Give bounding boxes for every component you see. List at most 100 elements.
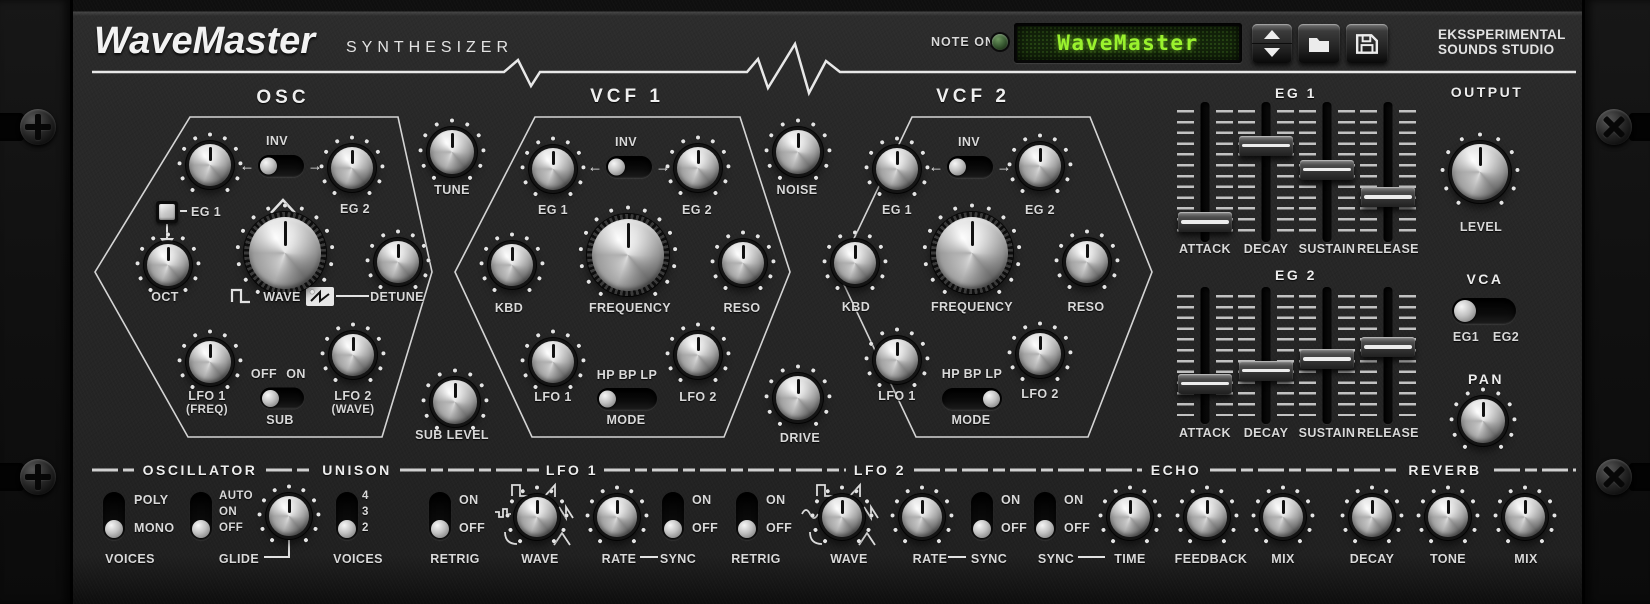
lfo1-rate-knob[interactable] (585, 485, 649, 544)
vcf1-reso-knob[interactable] (710, 230, 776, 291)
lfo2-retrig-off-label: OFF (766, 521, 793, 535)
vcf2-mode-switch[interactable] (942, 388, 1002, 410)
unison-voices-switch[interactable] (336, 492, 358, 540)
lfo2-wave-knob[interactable] (810, 485, 874, 544)
preset-down-button[interactable] (1252, 43, 1292, 61)
echo-sync-switch[interactable] (1034, 492, 1056, 540)
vcf1-mode-label: MODE (606, 413, 646, 427)
right-arrow-icon: → (996, 158, 1012, 176)
sub-level-knob[interactable] (421, 368, 489, 431)
slider-handle[interactable] (1300, 349, 1354, 370)
echo-feedback-knob[interactable] (1175, 485, 1239, 544)
reverb-decay-knob[interactable] (1340, 485, 1404, 544)
eg1-sustain-slider[interactable] (1299, 102, 1355, 242)
eg1-decay-slider[interactable] (1238, 102, 1294, 242)
vcf1-eg2-label: EG 2 (681, 203, 713, 217)
eg2-decay-slider[interactable] (1238, 287, 1294, 424)
slider-handle[interactable] (1300, 159, 1354, 180)
vcf1-frequency-knob[interactable] (578, 205, 678, 297)
eg2-sustain-label: SUSTAIN (1298, 426, 1356, 440)
osc-detune-knob[interactable] (365, 229, 431, 290)
eg1-attack-slider[interactable] (1177, 102, 1233, 242)
vcf2-eg1-knob[interactable] (864, 136, 930, 197)
lfo2-section-title: LFO 2 (853, 462, 907, 478)
noise-knob[interactable] (764, 118, 832, 181)
vcf2-lfo1-knob[interactable] (864, 327, 930, 388)
eg1-section-title: EG 1 (1275, 85, 1317, 101)
osc-sub-switch[interactable] (260, 387, 304, 409)
vcf1-inv-switch[interactable] (606, 156, 652, 178)
slider-handle[interactable] (1361, 337, 1415, 358)
note-on-label: NOTE ON (931, 35, 995, 49)
glide-knob[interactable] (257, 484, 321, 543)
echo-time-knob[interactable] (1098, 485, 1162, 544)
vca-section-title: VCA (1466, 271, 1504, 287)
osc-oct-knob[interactable] (135, 232, 201, 293)
glide-switch[interactable] (190, 492, 212, 540)
save-icon (1355, 33, 1379, 54)
eg2-sustain-slider[interactable] (1299, 287, 1355, 424)
lfo2-rate-knob[interactable] (890, 485, 954, 544)
arrow-up-icon (1264, 30, 1280, 39)
vcf1-eg2-knob[interactable] (665, 135, 731, 196)
osc-eg2-knob[interactable] (319, 135, 385, 196)
save-button[interactable] (1346, 24, 1388, 63)
vcf1-lfo1-knob[interactable] (520, 329, 586, 390)
osc-oct-label: OCT (151, 290, 179, 304)
vcf2-lfo2-knob[interactable] (1007, 321, 1073, 382)
studio-credit: EKSSPERIMENTAL SOUNDS STUDIO (1438, 27, 1566, 57)
eg2-release-slider[interactable] (1360, 287, 1416, 424)
vcf1-mode-switch[interactable] (597, 388, 657, 410)
vcf1-section-title: VCF 1 (590, 86, 664, 107)
output-section-title: OUTPUT (1450, 84, 1524, 100)
osc-wave-knob[interactable] (235, 203, 335, 295)
screw-icon (20, 109, 56, 145)
reverb-mix-knob[interactable] (1493, 485, 1557, 544)
lfo2-retrig-switch[interactable] (736, 492, 758, 540)
vcf1-lfo2-knob[interactable] (665, 322, 731, 383)
vcf2-reso-knob[interactable] (1054, 229, 1120, 290)
vcf2-kbd-knob[interactable] (822, 230, 888, 291)
vcf2-inv-switch[interactable] (947, 156, 993, 178)
osc-eg1-button[interactable] (156, 201, 178, 223)
pan-knob[interactable] (1449, 387, 1517, 450)
glide-off-label: OFF (219, 522, 244, 534)
lfo1-retrig-switch[interactable] (429, 492, 451, 540)
lfo2-sync-off-label: OFF (1001, 521, 1028, 535)
vcf1-lfo1-label: LFO 1 (534, 390, 572, 404)
vcf1-eg1-knob[interactable] (520, 136, 586, 197)
echo-mix-knob[interactable] (1251, 485, 1315, 544)
eg2-attack-slider[interactable] (1177, 287, 1233, 424)
poly-mono-switch[interactable] (103, 492, 125, 540)
slider-handle[interactable] (1239, 360, 1293, 381)
osc-lfo1-freq-knob[interactable] (177, 329, 243, 390)
vcf1-reso-label: RESO (723, 301, 761, 315)
load-button[interactable] (1298, 24, 1340, 63)
osc-lfo2-wave-knob[interactable] (320, 322, 386, 383)
eg1-release-slider[interactable] (1360, 102, 1416, 242)
lfo1-wave-knob[interactable] (505, 485, 569, 544)
eg2-section-title: EG 2 (1275, 267, 1317, 283)
vca-switch[interactable] (1452, 298, 1516, 324)
eg2-release-label: RELEASE (1357, 426, 1419, 440)
slider-handle[interactable] (1178, 212, 1232, 233)
preset-display[interactable]: WaveMaster (1017, 26, 1239, 60)
tune-knob[interactable] (418, 118, 486, 181)
vcf1-kbd-knob[interactable] (479, 232, 545, 293)
preset-up-button[interactable] (1252, 26, 1292, 43)
slider-handle[interactable] (1239, 135, 1293, 156)
vcf2-reso-label: RESO (1067, 300, 1105, 314)
slider-handle[interactable] (1361, 187, 1415, 208)
lfo2-sync-switch[interactable] (971, 492, 993, 540)
output-level-knob[interactable] (1440, 132, 1520, 206)
osc-eg1-knob[interactable] (177, 132, 243, 193)
mono-label: MONO (134, 521, 175, 535)
osc-inv-switch[interactable] (258, 155, 304, 177)
reverb-tone-knob[interactable] (1416, 485, 1480, 544)
vcf2-eg2-knob[interactable] (1007, 133, 1073, 194)
slider-handle[interactable] (1178, 373, 1232, 394)
lfo1-sync-switch[interactable] (662, 492, 684, 540)
drive-knob[interactable] (764, 364, 832, 427)
oscillator-voices-label: VOICES (105, 552, 155, 566)
vcf2-frequency-knob[interactable] (922, 203, 1022, 295)
